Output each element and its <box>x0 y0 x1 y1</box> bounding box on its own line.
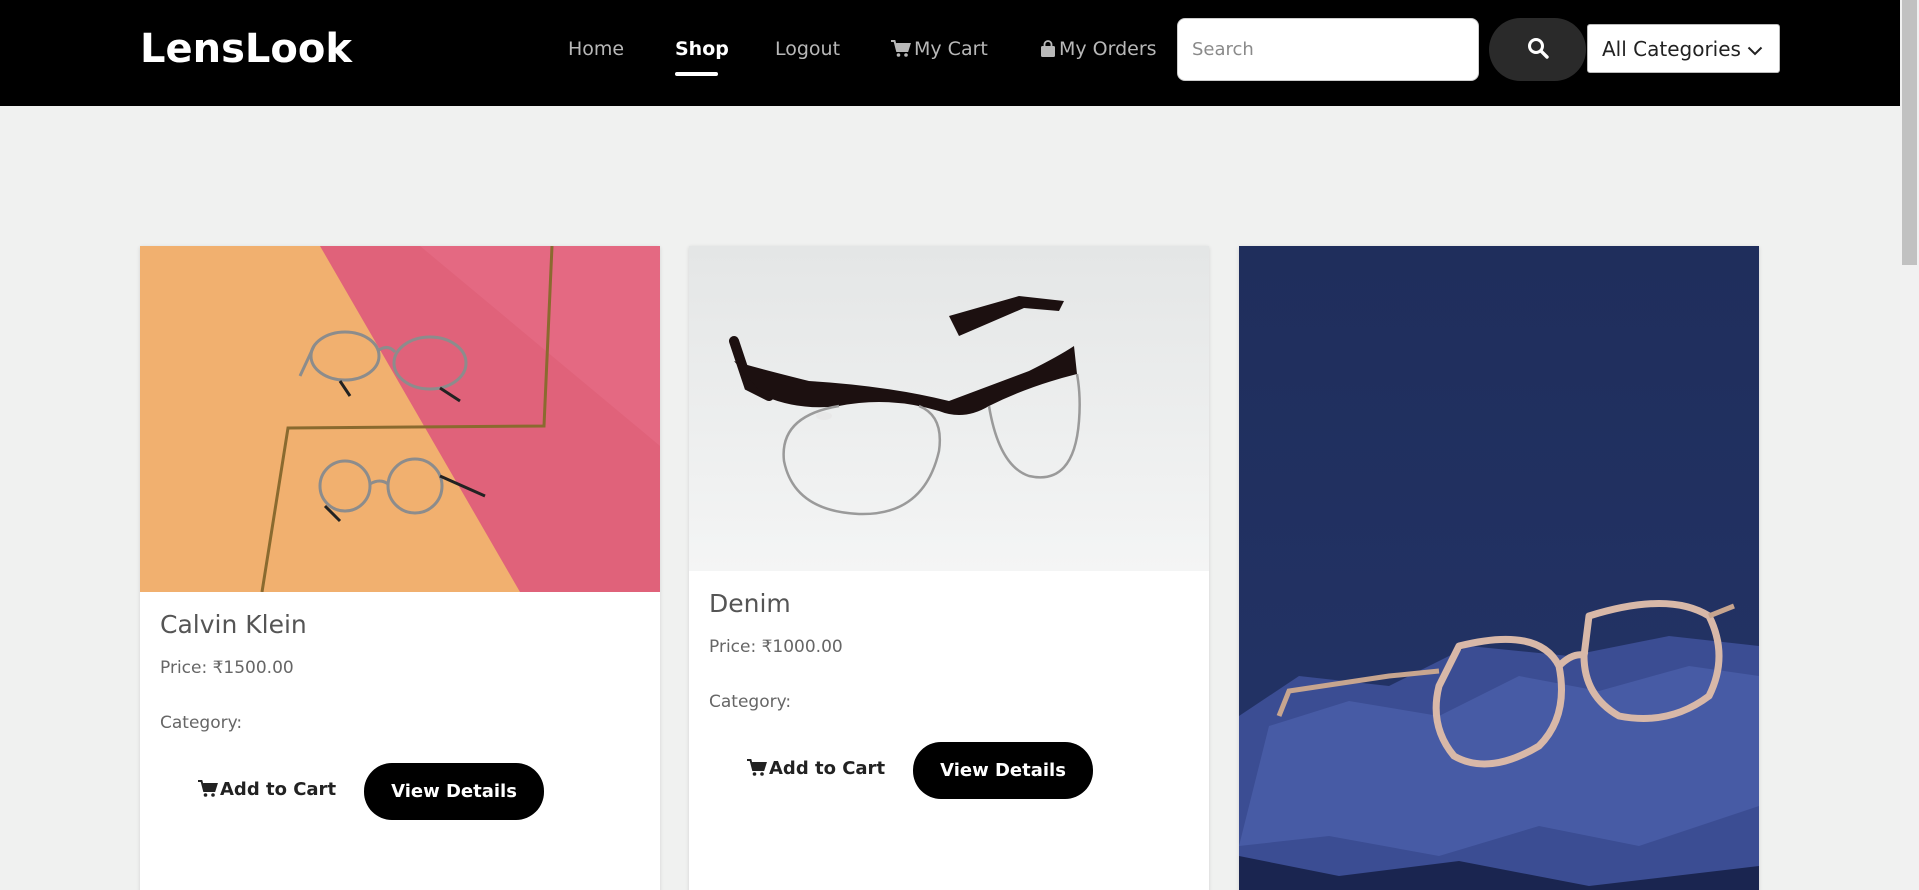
product-price: Price: ₹1500.00 <box>160 658 294 678</box>
product-card: Denim Price: ₹1000.00 Category: Add to C… <box>689 246 1209 890</box>
product-name: Denim <box>709 589 791 618</box>
add-to-cart-label: Add to Cart <box>220 779 337 800</box>
nav-my-orders[interactable]: My Orders <box>1040 38 1157 63</box>
search-button[interactable] <box>1489 18 1586 81</box>
scrollbar-thumb[interactable] <box>1902 0 1917 265</box>
nav-shop[interactable]: Shop <box>675 38 729 60</box>
nav-my-cart-label: My Cart <box>914 38 988 60</box>
bag-icon <box>1040 40 1056 63</box>
navbar: LensLook Home Shop Logout My Cart My Ord… <box>0 0 1900 106</box>
nav-my-cart[interactable]: My Cart <box>891 38 988 63</box>
view-details-button[interactable]: View Details <box>913 742 1093 799</box>
product-card: Calvin Klein Price: ₹1500.00 Category: A… <box>140 246 660 890</box>
product-category: Category: <box>160 713 243 733</box>
cart-icon <box>891 40 911 63</box>
nav-my-orders-label: My Orders <box>1059 38 1157 60</box>
product-card-body: Calvin Klein Price: ₹1500.00 Category: A… <box>140 592 660 890</box>
product-category: Category: <box>709 692 792 712</box>
product-image[interactable] <box>1239 246 1759 890</box>
cart-icon <box>198 780 218 803</box>
view-details-button[interactable]: View Details <box>364 763 544 820</box>
nav-home[interactable]: Home <box>568 38 624 60</box>
nav-logout[interactable]: Logout <box>775 38 840 60</box>
add-to-cart-button[interactable]: Add to Cart <box>198 779 336 803</box>
product-image[interactable] <box>689 246 1209 571</box>
search-input[interactable] <box>1177 18 1479 81</box>
active-nav-indicator <box>675 72 718 76</box>
chevron-down-icon <box>1747 37 1763 61</box>
product-card <box>1239 246 1759 890</box>
search-icon <box>1527 37 1549 62</box>
cart-icon <box>747 759 767 782</box>
product-card-body: Denim Price: ₹1000.00 Category: Add to C… <box>689 571 1209 890</box>
category-select[interactable]: All Categories <box>1587 24 1780 73</box>
brand-logo[interactable]: LensLook <box>140 26 352 72</box>
product-price: Price: ₹1000.00 <box>709 637 843 657</box>
product-image[interactable] <box>140 246 660 592</box>
category-select-value: All Categories <box>1602 36 1741 61</box>
product-name: Calvin Klein <box>160 610 307 639</box>
add-to-cart-label: Add to Cart <box>769 758 886 779</box>
add-to-cart-button[interactable]: Add to Cart <box>747 758 885 782</box>
